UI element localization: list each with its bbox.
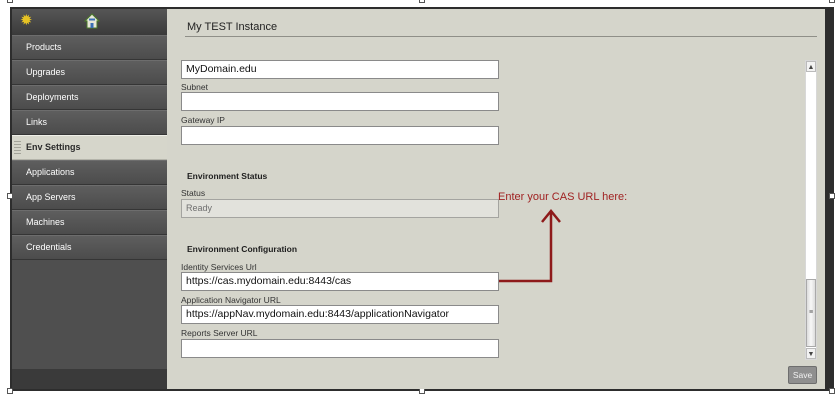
sidebar-item-applications[interactable]: Applications [12,160,167,185]
drag-grip-icon [14,141,21,154]
sidebar-item-machines[interactable]: Machines [12,210,167,235]
sidebar-item-app-servers[interactable]: App Servers [12,185,167,210]
annotation-arrow-icon [499,209,561,283]
scroll-down-icon[interactable]: ▼ [806,348,816,359]
resize-handle[interactable] [829,388,835,394]
resize-handle[interactable] [419,0,425,3]
resize-handle[interactable] [829,193,835,199]
vertical-scrollbar[interactable]: ▲ ≡ ▼ [805,60,817,360]
home-icon[interactable] [84,13,100,29]
sidebar-header: ✹ [12,9,167,35]
gear-icon[interactable]: ✹ [20,12,33,30]
sidebar-item-upgrades[interactable]: Upgrades [12,60,167,85]
scroll-thumb[interactable]: ≡ [806,279,816,347]
sidebar-item-deployments[interactable]: Deployments [12,85,167,110]
sidebar-item-env-settings[interactable]: Env Settings [12,135,167,160]
sidebar-footer [12,369,167,389]
resize-handle[interactable] [7,0,13,3]
sidebar-item-links[interactable]: Links [12,110,167,135]
save-button[interactable]: Save [788,366,817,384]
sidebar-item-products[interactable]: Products [12,35,167,60]
scroll-up-icon[interactable]: ▲ [806,61,816,72]
sidebar-item-label: Env Settings [26,142,81,152]
main-panel: My TEST Instance MyDomain.edu Subnet Gat… [167,9,825,389]
sidebar: ✹ Products Upgrades Deployments Links En… [12,9,167,389]
sidebar-item-credentials[interactable]: Credentials [12,235,167,260]
resize-handle[interactable] [829,0,835,3]
